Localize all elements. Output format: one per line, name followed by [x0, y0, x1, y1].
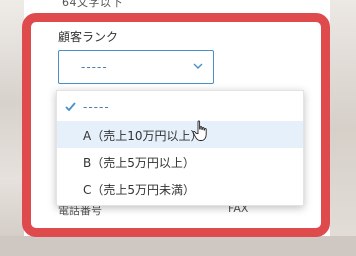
background-bottom: [0, 236, 356, 256]
background-right: [326, 0, 356, 256]
highlight-frame: [22, 13, 330, 237]
field-note: 64文字以下: [62, 0, 123, 9]
